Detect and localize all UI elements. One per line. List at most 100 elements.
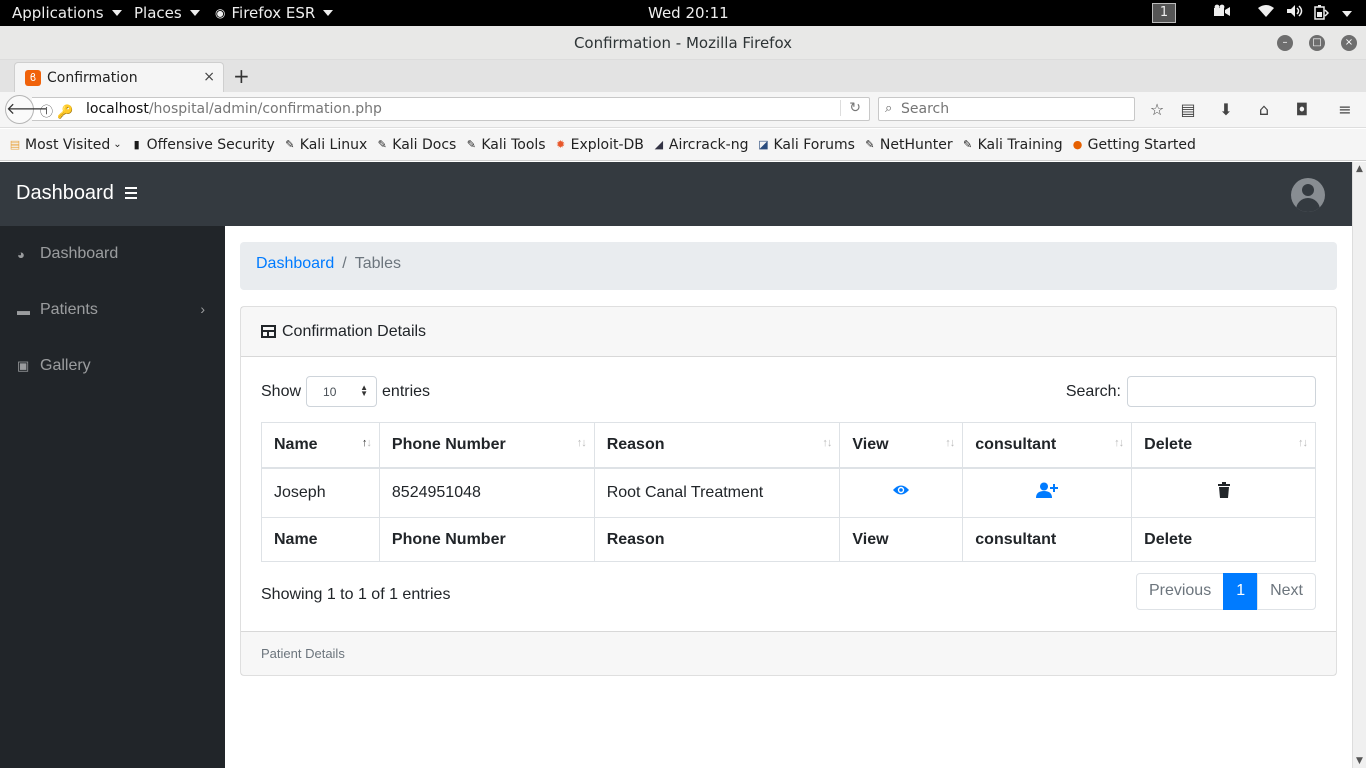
column-header-name[interactable]: Name ↑↓ <box>261 422 380 469</box>
bookmark-label: Kali Tools <box>481 136 546 153</box>
table-search-input[interactable] <box>1127 376 1316 407</box>
tab-strip: ϐ Confirmation × + <box>0 60 1366 92</box>
column-label: Name <box>274 435 318 453</box>
bookmark-exploit-db[interactable]: ✹ Exploit-DB <box>554 137 644 153</box>
back-button[interactable]: 🡐 <box>5 95 49 124</box>
column-header-consultant[interactable]: consultant ↑↓ <box>962 422 1133 469</box>
bookmark-label: Exploit-DB <box>570 136 644 153</box>
column-label: Phone Number <box>391 435 506 453</box>
aircrack-icon: ◢ <box>654 137 664 151</box>
bookmark-nethunter[interactable]: ✎ NetHunter <box>863 137 952 153</box>
xampp-favicon-icon: ϐ <box>25 69 41 86</box>
system-menu-chevron-icon[interactable] <box>1340 11 1352 17</box>
reading-list-icon[interactable]: ▤ <box>1178 100 1198 119</box>
firefox-app-menu[interactable]: ◉ Firefox ESR <box>215 4 334 22</box>
sort-icon: ↑↓ <box>576 437 587 449</box>
table-footer-row: Name Phone Number Reason View consultant… <box>261 517 1316 562</box>
sort-icon: ↑↓ <box>1298 437 1308 449</box>
home-icon[interactable]: ⌂ <box>1254 100 1274 119</box>
bookmark-kali-linux[interactable]: ✎ Kali Linux <box>283 137 367 153</box>
previous-button[interactable]: Previous <box>1135 573 1225 610</box>
bookmark-most-visited[interactable]: ▤ Most Visited ⌄ <box>8 137 122 153</box>
volume-icon[interactable] <box>1286 4 1304 18</box>
minimize-icon[interactable]: – <box>1277 35 1293 51</box>
kali-icon: ✎ <box>285 137 295 151</box>
reload-icon[interactable]: ↻ <box>840 100 861 116</box>
folder-icon: ▤ <box>9 137 21 151</box>
bookmark-kali-training[interactable]: ✎ Kali Training <box>961 137 1063 153</box>
video-icon[interactable] <box>1213 4 1231 18</box>
user-plus-icon[interactable] <box>1036 482 1059 502</box>
chevron-right-icon: › <box>200 301 205 317</box>
breadcrumb-separator: / <box>342 255 347 272</box>
firefox-icon: ● <box>1072 137 1083 151</box>
user-avatar-icon[interactable] <box>1291 178 1325 212</box>
offsec-icon: ▮ <box>133 137 140 151</box>
sort-icon: ↑↓ <box>822 437 832 449</box>
page-scrollbar[interactable]: ▲ ▼ <box>1352 162 1366 768</box>
next-button[interactable]: Next <box>1257 573 1316 610</box>
clock[interactable]: Wed 20:11 <box>648 4 729 22</box>
bookmark-kali-tools[interactable]: ✎ Kali Tools <box>464 136 546 153</box>
sort-icon: ↑↓ <box>1114 437 1124 449</box>
folder-icon: ▬ <box>17 302 30 318</box>
entries-length-select[interactable]: 10 ▲ ▼ <box>306 376 378 407</box>
sidebar-item-dashboard[interactable]: ◕ Dashboard <box>0 234 225 274</box>
sidebar-toggle-icon[interactable] <box>125 187 137 199</box>
column-header-view[interactable]: View ↑↓ <box>839 422 964 469</box>
maximize-icon[interactable]: □ <box>1309 35 1325 51</box>
column-header-reason[interactable]: Reason ↑↓ <box>593 422 841 469</box>
bookmark-getting-started[interactable]: ● Getting Started <box>1071 137 1196 153</box>
column-header-delete[interactable]: Delete ↑↓ <box>1131 422 1316 469</box>
footer-consultant: consultant <box>962 517 1133 562</box>
window-title: Confirmation - Mozilla Firefox <box>573 34 793 52</box>
chevron-down-icon <box>189 10 200 16</box>
entries-length-control: Show 10 ▲ ▼ entries <box>261 376 430 407</box>
image-icon: ▣ <box>17 358 30 373</box>
bookmark-kali-docs[interactable]: ✎ Kali Docs <box>375 137 457 153</box>
menu-hamburger-icon[interactable]: ≡ <box>1335 100 1355 119</box>
places-menu[interactable]: Places <box>134 4 200 22</box>
new-tab-button[interactable]: + <box>233 64 250 88</box>
bookmark-aircrack-ng[interactable]: ◢ Aircrack-ng <box>652 137 749 153</box>
card-header: Confirmation Details <box>241 307 1336 357</box>
scroll-down-icon[interactable]: ▼ <box>1356 756 1363 766</box>
column-header-phone[interactable]: Phone Number ↑↓ <box>378 422 595 469</box>
bookmark-kali-forums[interactable]: ◪ Kali Forums <box>756 136 855 153</box>
tachometer-icon: ◕ <box>17 246 25 262</box>
sort-icon: ↑↓ <box>945 437 955 449</box>
scroll-up-icon[interactable]: ▲ <box>1356 164 1363 174</box>
url-bar[interactable]: ⓘ 🔑 localhost/hospital/admin/confirmatio… <box>32 97 870 121</box>
sort-asc-icon: ↑↓ <box>361 437 372 449</box>
search-bar[interactable]: ⌕ <box>878 97 1135 121</box>
workspace-indicator[interactable]: 1 <box>1152 3 1176 23</box>
sidebar-item-gallery[interactable]: ▣ Gallery <box>0 346 225 386</box>
wifi-icon[interactable] <box>1257 4 1275 18</box>
bookmark-label: Aircrack-ng <box>668 136 749 153</box>
bookmark-offensive-security[interactable]: ▮ Offensive Security <box>130 137 275 153</box>
downloads-icon[interactable]: ⬇ <box>1216 100 1236 119</box>
footer-reason: Reason <box>593 517 841 562</box>
bookmarks-toolbar: ▤ Most Visited ⌄ ▮ Offensive Security ✎ Kali L… <box>0 129 1366 161</box>
web-page: Dashboard ◕ Dashboard ▬ Patients › ▣ Gal… <box>0 162 1352 768</box>
browser-search-input[interactable] <box>901 100 1129 118</box>
column-label: consultant <box>975 435 1057 453</box>
table-row: Joseph 8524951048 Root Canal Treatment <box>261 467 1316 518</box>
bookmark-label: Kali Forums <box>773 136 855 153</box>
breadcrumb: Dashboard / Tables <box>240 242 1337 290</box>
applications-menu[interactable]: Applications <box>12 4 122 22</box>
tab-close-icon[interactable]: × <box>203 69 215 85</box>
eye-icon[interactable] <box>892 484 910 501</box>
bookmark-star-icon[interactable]: ☆ <box>1147 100 1167 119</box>
cell-name: Joseph <box>261 467 380 518</box>
tab-confirmation[interactable]: ϐ Confirmation × <box>14 62 224 92</box>
sidebar-item-patients[interactable]: ▬ Patients › <box>0 290 225 330</box>
brand-title[interactable]: Dashboard <box>16 182 114 205</box>
breadcrumb-dashboard-link[interactable]: Dashboard <box>256 255 334 272</box>
pocket-icon[interactable]: ◘ <box>1292 100 1312 119</box>
battery-icon[interactable] <box>1313 4 1329 20</box>
page-1-button[interactable]: 1 <box>1223 573 1259 610</box>
url-text[interactable]: localhost/hospital/admin/confirmation.ph… <box>86 101 382 117</box>
close-icon[interactable]: × <box>1341 35 1357 51</box>
trash-icon[interactable] <box>1217 482 1231 502</box>
